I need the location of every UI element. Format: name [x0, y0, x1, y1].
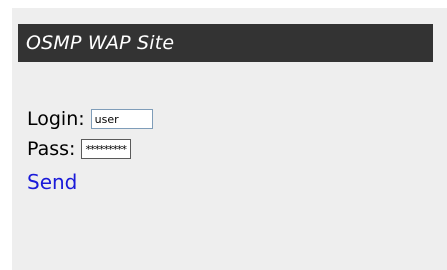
login-input[interactable] [90, 109, 153, 129]
pass-row: Pass: [27, 138, 132, 160]
login-label: Login: [27, 108, 85, 130]
login-row: Login: [27, 108, 153, 130]
pass-label: Pass: [27, 138, 76, 160]
site-title: OSMP WAP Site [26, 32, 175, 54]
site-header: OSMP WAP Site [18, 24, 433, 62]
password-input[interactable] [81, 139, 132, 159]
send-link[interactable]: Send [27, 170, 77, 194]
